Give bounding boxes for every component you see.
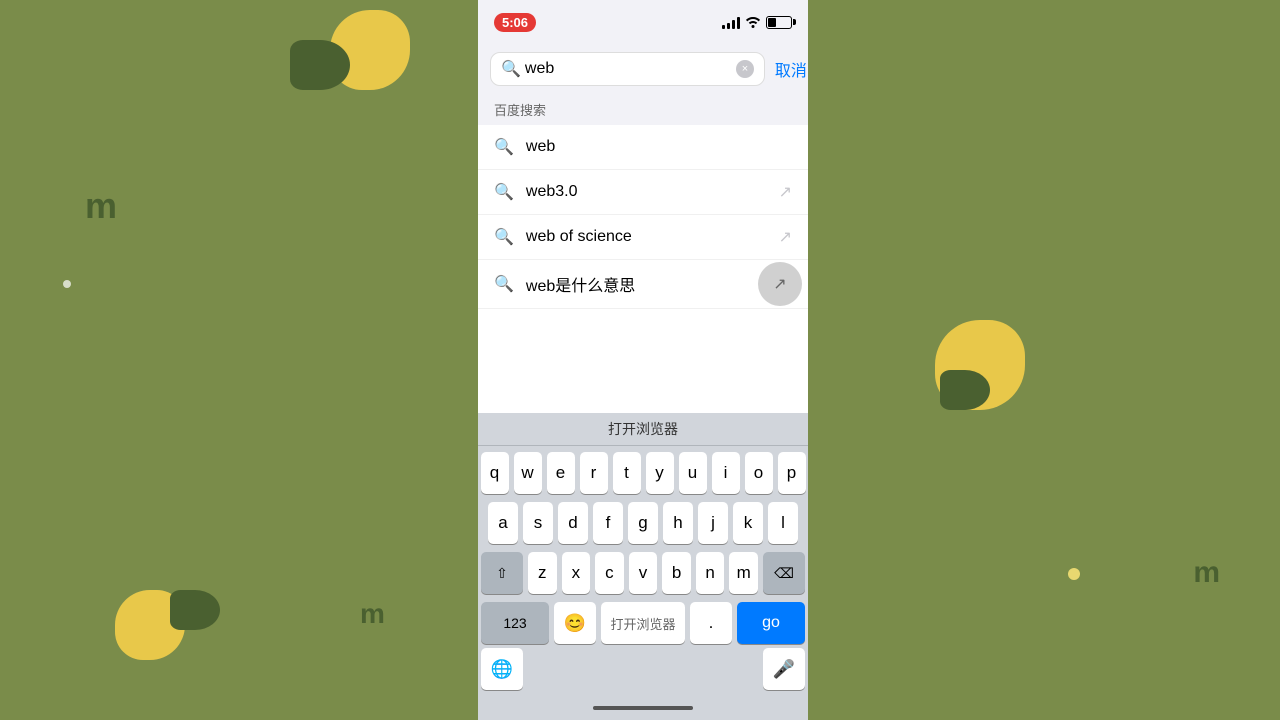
signal-bar-3 <box>732 20 735 29</box>
suggestion-search-icon-4: 🔍 <box>494 274 514 294</box>
suggestion-search-icon-2: 🔍 <box>494 182 514 202</box>
suggestion-item-4[interactable]: 🔍 web是什么意思 ↗ <box>478 260 808 309</box>
suggestion-item-1[interactable]: 🔍 web <box>478 125 808 170</box>
circle-overlay: ↗ <box>758 262 802 306</box>
home-indicator <box>593 706 693 710</box>
wifi-icon <box>745 14 761 31</box>
key-g[interactable]: g <box>628 502 658 544</box>
battery-fill <box>768 18 776 27</box>
key-space[interactable]: 打开浏览器 <box>601 602 685 644</box>
deco-letter-m3: m <box>360 598 385 630</box>
deco-dot1 <box>63 280 71 288</box>
keyboard-row-1: q w e r t y u i o p <box>481 452 805 494</box>
key-r[interactable]: r <box>580 452 608 494</box>
key-z[interactable]: z <box>528 552 557 594</box>
deco-leaf1 <box>290 40 350 90</box>
suggestion-search-icon-3: 🔍 <box>494 227 514 247</box>
key-numbers[interactable]: 123 <box>481 602 549 644</box>
key-w[interactable]: w <box>514 452 542 494</box>
spacer <box>528 648 758 690</box>
signal-bar-1 <box>722 25 725 29</box>
deco-leaf2 <box>940 370 990 410</box>
key-h[interactable]: h <box>663 502 693 544</box>
deco-leaf3 <box>170 590 220 630</box>
key-s[interactable]: s <box>523 502 553 544</box>
suggestion-item-2[interactable]: 🔍 web3.0 ↗ <box>478 170 808 215</box>
keyboard-row-4: 123 😊 打开浏览器 . go <box>481 602 805 644</box>
key-q[interactable]: q <box>481 452 509 494</box>
phone-container: 5:06 🔍 × 取消 百度搜索 🔍 <box>478 0 808 720</box>
keyboard-suggestion-text: 打开浏览器 <box>608 421 678 437</box>
suggestion-arrow-icon-2: ↗ <box>779 182 792 202</box>
suggestions-container: 百度搜索 🔍 web 🔍 web3.0 ↗ 🔍 web of science ↗… <box>478 94 808 413</box>
key-c[interactable]: c <box>595 552 624 594</box>
key-k[interactable]: k <box>733 502 763 544</box>
search-magnify-icon: 🔍 <box>501 59 521 79</box>
suggestion-text-3: web of science <box>526 228 767 246</box>
signal-icon <box>722 15 740 29</box>
suggestion-item-3[interactable]: 🔍 web of science ↗ <box>478 215 808 260</box>
keyboard-bottom-row: 🌐 🎤 <box>478 648 808 696</box>
keyboard-rows: q w e r t y u i o p a s d f g h j k <box>478 446 808 648</box>
key-a[interactable]: a <box>488 502 518 544</box>
key-emoji[interactable]: 😊 <box>554 602 596 644</box>
key-o[interactable]: o <box>745 452 773 494</box>
key-m[interactable]: m <box>729 552 758 594</box>
keyboard-row-2: a s d f g h j k l <box>481 502 805 544</box>
key-e[interactable]: e <box>547 452 575 494</box>
key-v[interactable]: v <box>629 552 658 594</box>
suggestion-search-icon-1: 🔍 <box>494 137 514 157</box>
key-globe[interactable]: 🌐 <box>481 648 523 690</box>
search-input[interactable] <box>525 60 732 78</box>
suggestion-text-1: web <box>526 138 792 156</box>
deco-dot3 <box>1068 568 1080 580</box>
key-n[interactable]: n <box>696 552 725 594</box>
deco-letter-m2: m <box>1193 556 1220 590</box>
key-x[interactable]: x <box>562 552 591 594</box>
suggestion-arrow-icon-3: ↗ <box>779 227 792 247</box>
key-period[interactable]: . <box>690 602 732 644</box>
key-y[interactable]: y <box>646 452 674 494</box>
cancel-button[interactable]: 取消 <box>775 57 807 81</box>
suggestion-text-2: web3.0 <box>526 183 767 201</box>
key-d[interactable]: d <box>558 502 588 544</box>
keyboard-row-3: ⇧ z x c v b n m ⌫ <box>481 552 805 594</box>
battery-icon <box>766 16 792 29</box>
key-shift[interactable]: ⇧ <box>481 552 523 594</box>
circle-arrow-icon: ↗ <box>773 274 786 294</box>
status-bar: 5:06 <box>478 0 808 44</box>
keyboard-area: 打开浏览器 q w e r t y u i o p a s d f <box>478 413 808 720</box>
search-bar-container: 🔍 × 取消 <box>478 44 808 94</box>
key-t[interactable]: t <box>613 452 641 494</box>
key-backspace[interactable]: ⌫ <box>763 552 805 594</box>
key-j[interactable]: j <box>698 502 728 544</box>
status-time: 5:06 <box>494 13 536 32</box>
signal-bar-2 <box>727 23 730 29</box>
key-f[interactable]: f <box>593 502 623 544</box>
suggestions-header: 百度搜索 <box>478 94 808 125</box>
key-go[interactable]: go <box>737 602 805 644</box>
signal-bar-4 <box>737 17 740 29</box>
suggestion-text-4: web是什么意思 <box>526 272 792 296</box>
bottom-bar <box>478 696 808 720</box>
clear-button[interactable]: × <box>736 60 754 78</box>
status-icons <box>722 14 792 31</box>
keyboard-suggestion-bar: 打开浏览器 <box>478 413 808 446</box>
key-u[interactable]: u <box>679 452 707 494</box>
key-l[interactable]: l <box>768 502 798 544</box>
key-b[interactable]: b <box>662 552 691 594</box>
key-mic[interactable]: 🎤 <box>763 648 805 690</box>
key-p[interactable]: p <box>778 452 806 494</box>
key-i[interactable]: i <box>712 452 740 494</box>
search-input-wrap[interactable]: 🔍 × <box>490 52 765 86</box>
deco-letter-m1: m <box>85 185 117 227</box>
